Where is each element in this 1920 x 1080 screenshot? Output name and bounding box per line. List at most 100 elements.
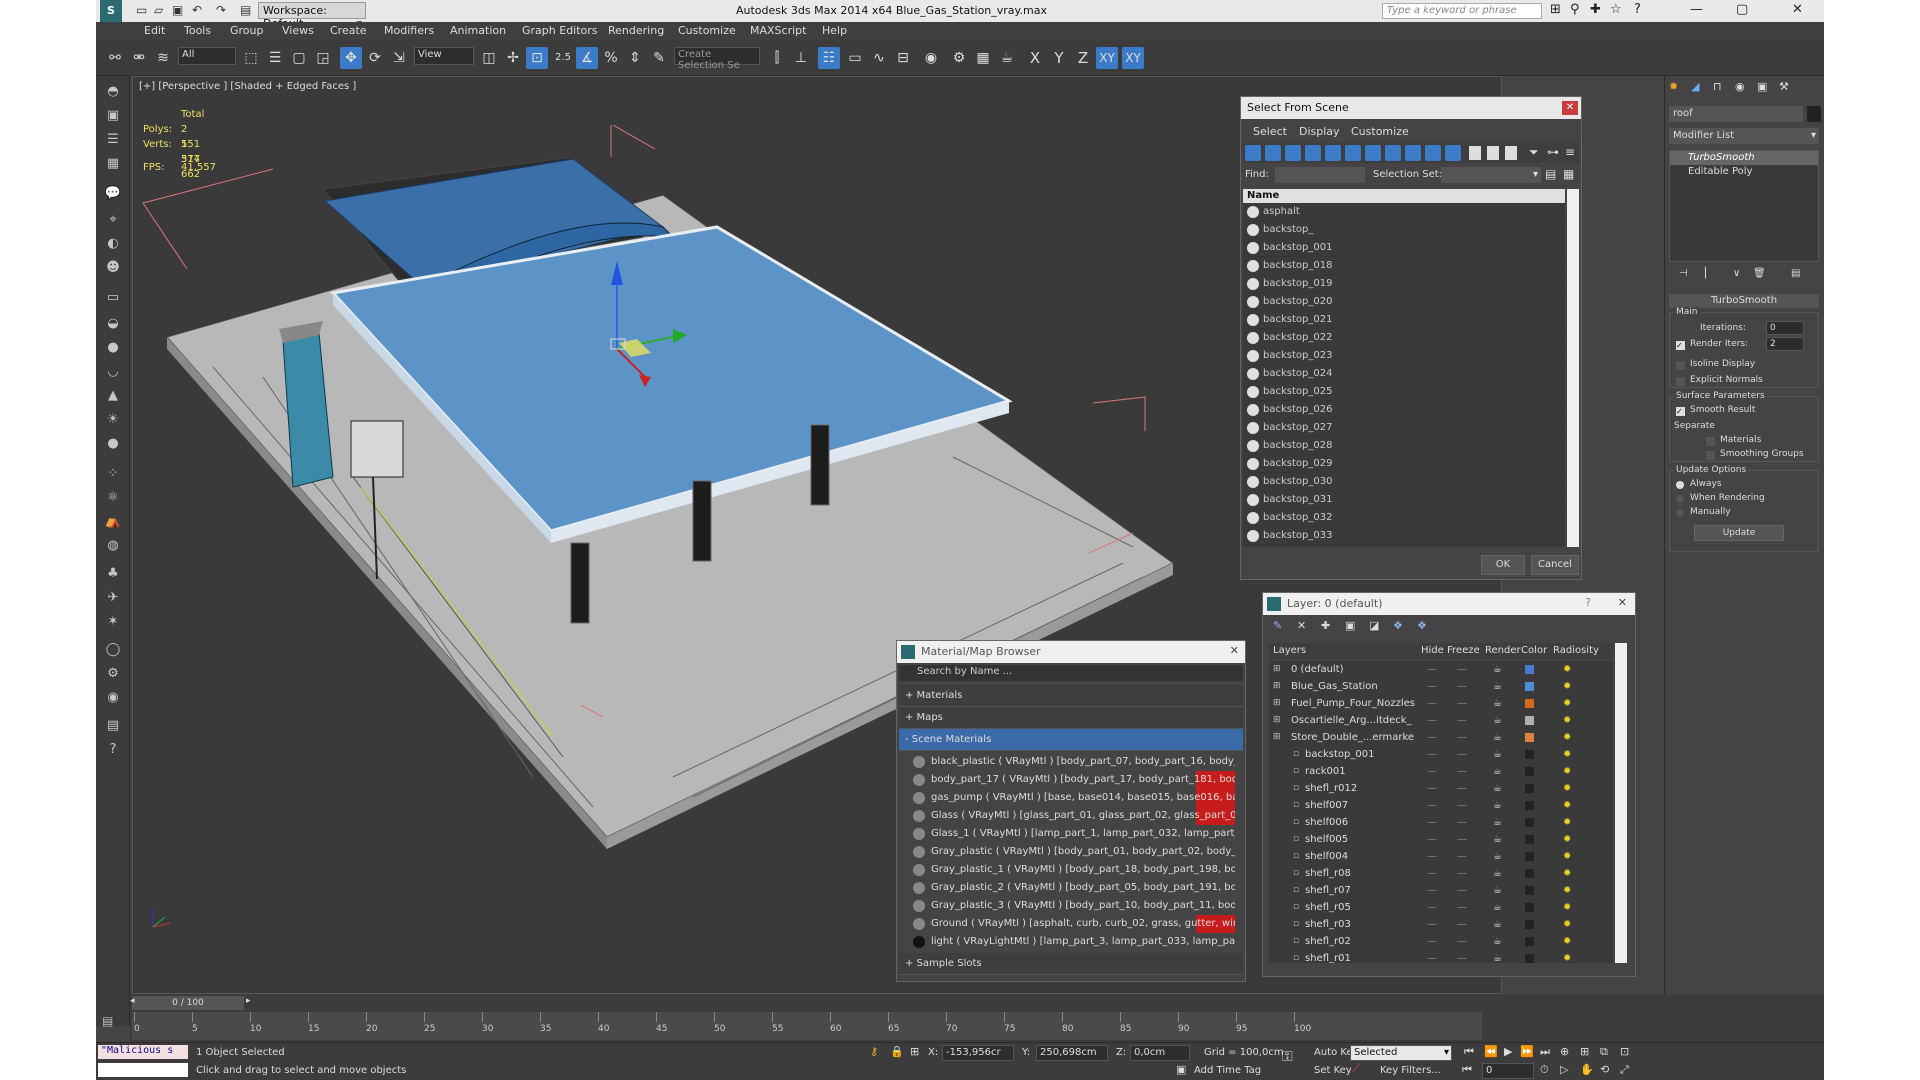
radiosity-icon[interactable]: ✹ [1563, 831, 1571, 848]
layer-row[interactable]: ▫ shelf006 — — ☕ ✹ [1269, 814, 1613, 831]
stack-item-editable-poly[interactable]: Editable Poly [1670, 165, 1818, 179]
list-item[interactable]: backstop_020 [1243, 293, 1565, 311]
freeze-toggle[interactable]: — [1457, 882, 1467, 899]
iterations-field[interactable]: 0 [1766, 321, 1804, 335]
selection-set-add-icon[interactable]: ▦ [1563, 167, 1574, 181]
goto-start-icon[interactable]: ⏮ [1464, 1045, 1474, 1059]
snaps-toggle-icon[interactable]: 2.5 [552, 47, 574, 69]
hide-toggle[interactable]: — [1427, 848, 1437, 865]
select-rotate-icon[interactable]: ⟳ [364, 47, 386, 69]
radiosity-icon[interactable]: ✹ [1563, 950, 1571, 963]
radiosity-icon[interactable]: ✹ [1563, 916, 1571, 933]
list-item[interactable]: backstop_019 [1243, 275, 1565, 293]
render-toggle-icon[interactable]: ☕ [1493, 814, 1502, 831]
freeze-toggle[interactable]: — [1457, 695, 1467, 712]
list-item[interactable]: backstop_018 [1243, 257, 1565, 275]
header-freeze[interactable]: Freeze [1447, 643, 1480, 659]
list-item[interactable]: backstop_027 [1243, 419, 1565, 437]
object-icon[interactable]: ▫ [1293, 848, 1299, 865]
radiosity-icon[interactable]: ✹ [1563, 678, 1571, 695]
radiosity-icon[interactable]: ✹ [1563, 729, 1571, 746]
orbit-icon[interactable]: ⟲ [1600, 1063, 1609, 1076]
schematic-view-icon[interactable]: ⊟ [892, 47, 914, 69]
render-toggle-icon[interactable]: ☕ [1493, 780, 1502, 797]
set-key-icon[interactable]: ⟋ [1352, 1061, 1360, 1076]
layer-color-swatch[interactable] [1525, 784, 1534, 793]
list-icon[interactable]: ☰ [102, 132, 124, 152]
freeze-toggle[interactable]: — [1457, 916, 1467, 933]
expand-icon[interactable]: ⊞ [1273, 661, 1281, 678]
dialog-title-bar[interactable]: Select From Scene ✕ [1241, 97, 1581, 119]
list-item[interactable]: backstop_021 [1243, 311, 1565, 329]
hemisphere-icon[interactable]: ◒ [102, 316, 124, 336]
minimize-icon[interactable]: — [1690, 2, 1703, 17]
layer-color-swatch[interactable] [1525, 903, 1534, 912]
tent-icon[interactable]: ⛺ [102, 514, 124, 534]
utilities-tab-icon[interactable]: ⚒ [1779, 80, 1789, 93]
binoculars-icon[interactable]: ⚲ [1570, 2, 1580, 17]
layer-row[interactable]: ▫ shefl_r08 — — ☕ ✹ [1269, 865, 1613, 882]
render-toggle-icon[interactable]: ☕ [1493, 746, 1502, 763]
browser-title-bar[interactable]: Material/Map Browser ✕ [897, 641, 1245, 663]
box-icon[interactable]: ▭ [102, 290, 124, 310]
star-icon[interactable]: ☆ [1610, 2, 1622, 17]
hide-toggle[interactable]: — [1427, 695, 1437, 712]
select-by-name-icon[interactable]: ☰ [264, 47, 286, 69]
selection-set-dropdown[interactable]: ▾ [1441, 167, 1541, 183]
hide-all-icon[interactable]: ❖ [1393, 619, 1403, 632]
grid-icon[interactable]: ▦ [102, 156, 124, 176]
ok-button[interactable]: OK [1481, 555, 1525, 575]
section-materials[interactable]: + Materials [899, 685, 1243, 707]
keyboard-shortcut-icon[interactable]: ⊡ [526, 47, 548, 69]
object-icon[interactable]: ▫ [1293, 814, 1299, 831]
hierarchy-icon[interactable]: ⊶ [1547, 145, 1559, 159]
object-icon[interactable]: ▫ [1293, 780, 1299, 797]
render-toggle-icon[interactable]: ☕ [1493, 661, 1502, 678]
render-setup-icon[interactable]: ⚙ [948, 47, 970, 69]
sun-icon[interactable]: ☀ [102, 412, 124, 432]
render-iters-field[interactable]: 2 [1766, 337, 1804, 351]
menu-animation[interactable]: Animation [450, 24, 506, 37]
script-icon[interactable]: ▤ [102, 718, 124, 738]
selection-set-icon[interactable]: ▤ [1545, 167, 1556, 181]
hide-toggle[interactable]: — [1427, 746, 1437, 763]
x-coord-field[interactable]: -153,956cr [942, 1045, 1014, 1061]
hide-toggle[interactable]: — [1427, 729, 1437, 746]
maxscript-output[interactable] [98, 1063, 188, 1077]
freeze-toggle[interactable]: — [1457, 848, 1467, 865]
filter-shapes-icon[interactable] [1265, 145, 1281, 161]
layer-color-swatch[interactable] [1525, 682, 1534, 691]
menu-maxscript[interactable]: MAXScript [750, 24, 806, 37]
list-scrollbar[interactable] [1567, 189, 1579, 547]
update-button[interactable]: Update [1694, 525, 1784, 541]
layer-color-swatch[interactable] [1525, 835, 1534, 844]
layer-row[interactable]: ▫ shelf004 — — ☕ ✹ [1269, 848, 1613, 865]
section-scene-materials[interactable]: - Scene Materials [899, 729, 1243, 751]
current-frame-field[interactable]: 0 [1482, 1063, 1534, 1079]
find-input[interactable] [1275, 167, 1365, 183]
hide-toggle[interactable]: — [1427, 712, 1437, 729]
render-toggle-icon[interactable]: ☕ [1493, 882, 1502, 899]
layer-color-swatch[interactable] [1525, 750, 1534, 759]
material-editor-icon[interactable]: ◉ [920, 47, 942, 69]
add-time-tag-icon[interactable]: ▣ [1176, 1063, 1186, 1076]
layer-color-swatch[interactable] [1525, 801, 1534, 810]
timeline-track[interactable]: 0 5 10 15 20 25 30 35 40 45 50 55 60 65 70 75 80 85 90 95 10… [132, 1012, 1482, 1040]
z-coord-field[interactable]: 0,0cm [1130, 1045, 1190, 1061]
cancel-button[interactable]: Cancel [1531, 555, 1579, 575]
layer-row[interactable]: ▫ shefl_r07 — — ☕ ✹ [1269, 882, 1613, 899]
new-layer-icon[interactable]: ✎ [1273, 619, 1282, 632]
freeze-toggle[interactable]: — [1457, 661, 1467, 678]
layer-row[interactable]: ▫ shefl_r05 — — ☕ ✹ [1269, 899, 1613, 916]
layer-color-swatch[interactable] [1525, 937, 1534, 946]
hide-toggle[interactable]: — [1427, 916, 1437, 933]
modify-tab-icon[interactable]: ◢ [1691, 80, 1699, 93]
layer-row[interactable]: ▫ rack001 — — ☕ ✹ [1269, 763, 1613, 780]
layer-row[interactable]: ▫ shefl_r01 — — ☕ ✹ [1269, 950, 1613, 963]
add-to-layer-icon[interactable]: ✚ [1321, 619, 1330, 632]
hair-icon[interactable]: ✶ [102, 614, 124, 634]
prev-key-icon[interactable]: ⏪ [1484, 1045, 1498, 1058]
object-icon[interactable]: ▫ [1293, 865, 1299, 882]
layer-manager-icon[interactable]: ☷ [818, 47, 840, 69]
material-row[interactable]: Gray_plastic_3 ( VRayMtl ) [body_part_10… [911, 897, 1235, 915]
